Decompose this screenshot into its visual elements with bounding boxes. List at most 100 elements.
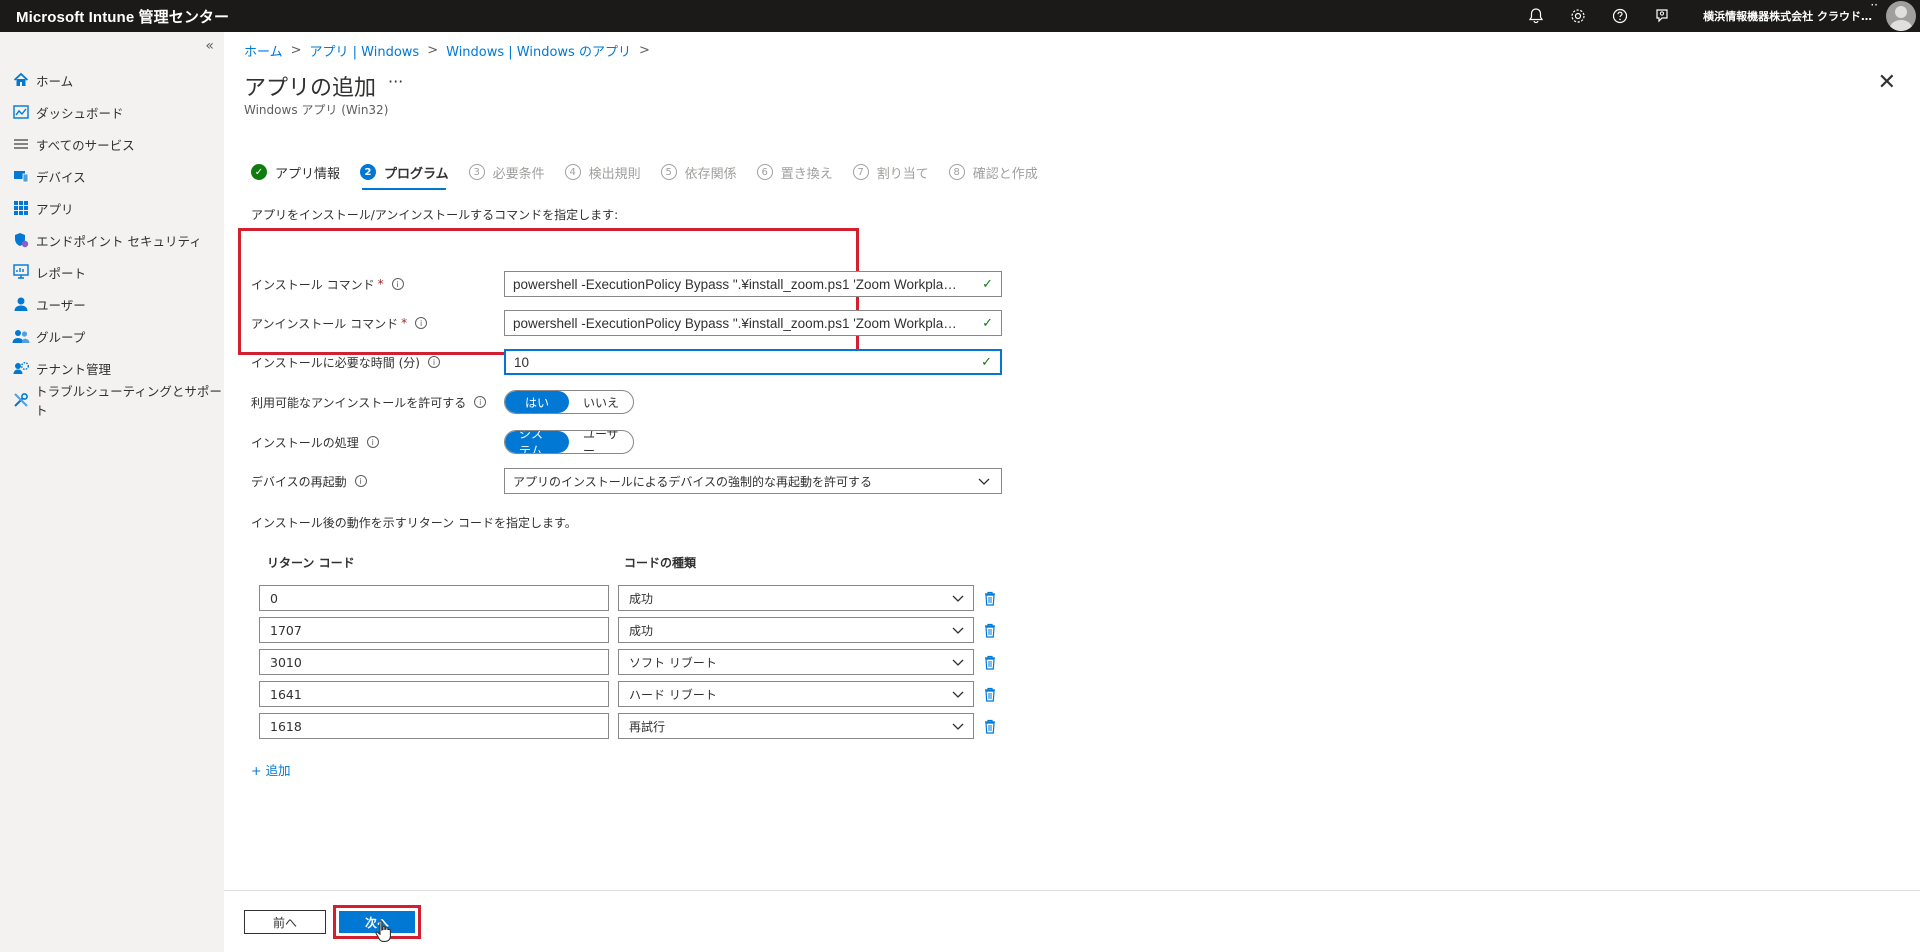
uninstall-command-row: アンインストール コマンド * i powershell -ExecutionP… [251,309,1002,337]
code-type-select[interactable]: 成功 [618,617,974,643]
breadcrumb: ホーム > アプリ | Windows > Windows | Windows … [244,41,658,60]
info-icon[interactable]: i [366,436,379,448]
field-label: インストールの処理 [251,435,359,450]
toggle-option-user[interactable]: ユーザー [569,431,633,453]
info-icon[interactable]: i [391,278,404,290]
return-codes-description: インストール後の動作を示すリターン コードを指定します。 [251,516,577,530]
chevron-down-icon [951,719,965,736]
sidebar-item-groups[interactable]: グループ [0,320,224,352]
tab-requirements[interactable]: 3 必要条件 [468,163,545,182]
tab-review-create[interactable]: 8 確認と作成 [948,163,1038,182]
return-code-input[interactable]: 1618 [259,713,609,739]
step-label: プログラム [384,166,449,182]
sidebar-item-label: ダッシュボード [36,105,124,121]
device-restart-row: デバイスの再起動 i アプリのインストールによるデバイスの強制的な再起動を許可す… [251,467,1002,495]
sidebar-item-label: すべてのサービス [36,137,135,153]
top-bar: Microsoft Intune 管理センター 横浜情報機器株式会社 クラウド…… [0,0,1920,32]
app-brand[interactable]: Microsoft Intune 管理センター [0,6,229,27]
toggle-option-system[interactable]: システム [505,431,569,453]
select-value: 成功 [629,591,654,606]
sidebar-nav: ホーム ダッシュボード すべてのサービス デバイス アプリ エンドポイント セキ… [0,64,224,418]
tab-detection-rules[interactable]: 4 検出規則 [564,163,641,182]
install-command-input[interactable]: powershell -ExecutionPolicy Bypass ".¥in… [504,271,1002,297]
sidebar-item-apps[interactable]: アプリ [0,192,224,224]
code-type-select[interactable]: ソフト リブート [618,649,974,675]
tab-app-info[interactable]: ✓ アプリ情報 [251,163,340,182]
allow-uninstall-toggle[interactable]: はい いいえ [504,390,634,414]
gear-icon[interactable] [1568,6,1588,26]
step-number: 6 [756,164,773,180]
toggle-option-yes[interactable]: はい [505,391,569,413]
info-icon[interactable]: i [415,317,428,329]
tab-assignments[interactable]: 7 割り当て [852,163,929,182]
chevron-down-icon [951,655,965,672]
avatar[interactable] [1886,1,1916,31]
footer-divider [224,890,1920,891]
breadcrumb-windows-apps[interactable]: Windows | Windows のアプリ [446,41,631,60]
sidebar-item-troubleshooting[interactable]: トラブルシューティングとサポート [0,384,224,418]
install-time-input[interactable]: 10 ✓ [504,349,1002,375]
install-command-row: インストール コマンド * i powershell -ExecutionPol… [251,270,1002,298]
table-row: 1707 成功 [259,617,998,643]
sidebar-item-endpoint-security[interactable]: エンドポイント セキュリティ [0,224,224,256]
sidebar-item-label: アプリ [36,201,74,217]
delete-icon[interactable] [982,589,998,607]
sidebar-item-dashboard[interactable]: ダッシュボード [0,96,224,128]
breadcrumb-home[interactable]: ホーム [244,41,283,60]
apps-icon [12,199,30,217]
sidebar-item-home[interactable]: ホーム [0,64,224,96]
user-icon [12,295,30,313]
section-description: アプリをインストール/アンインストールするコマンドを指定します: [251,208,619,222]
return-code-input[interactable]: 3010 [259,649,609,675]
breadcrumb-apps-windows[interactable]: アプリ | Windows [310,41,420,60]
sidebar-item-devices[interactable]: デバイス [0,160,224,192]
delete-icon[interactable] [982,621,998,639]
valid-check-icon: ✓ [981,354,992,370]
step-label: アプリ情報 [275,166,341,182]
code-type-select[interactable]: 成功 [618,585,974,611]
field-label: インストールに必要な時間 (分) [251,355,420,370]
sidebar-item-users[interactable]: ユーザー [0,288,224,320]
step-number: 3 [468,164,485,180]
sidebar-item-all-services[interactable]: すべてのサービス [0,128,224,160]
collapse-sidebar-icon[interactable]: « [205,38,214,54]
tab-program[interactable]: 2 プログラム [360,163,449,182]
tab-supersedence[interactable]: 6 置き換え [756,163,833,182]
close-icon[interactable]: ✕ [1878,72,1896,94]
sidebar-item-tenant-admin[interactable]: テナント管理 [0,352,224,384]
page-title: アプリの追加 [244,76,377,101]
bell-icon[interactable] [1526,6,1546,26]
delete-icon[interactable] [982,685,998,703]
toggle-option-no[interactable]: いいえ [569,391,633,413]
install-time-row: インストールに必要な時間 (分) i 10 ✓ [251,348,1002,376]
code-type-select[interactable]: ハード リブート [618,681,974,707]
install-behavior-toggle[interactable]: システム ユーザー [504,430,634,454]
uninstall-command-input[interactable]: powershell -ExecutionPolicy Bypass ".¥in… [504,310,1002,336]
help-icon[interactable] [1610,6,1630,26]
step-label: 検出規則 [588,166,641,182]
input-value: 10 [514,354,530,370]
valid-check-icon: ✓ [982,315,993,331]
delete-icon[interactable] [982,717,998,735]
table-row: 1618 再試行 [259,713,998,739]
install-behavior-label: インストールの処理 i [251,434,504,451]
add-return-code-link[interactable]: + 追加 [251,760,290,779]
step-number: 8 [948,164,965,180]
code-type-select[interactable]: 再試行 [618,713,974,739]
tenant-name[interactable]: 横浜情報機器株式会社 クラウド… [1703,8,1872,24]
info-icon[interactable]: i [354,475,367,487]
device-restart-select[interactable]: アプリのインストールによるデバイスの強制的な再起動を許可する [504,468,1002,494]
info-icon[interactable]: i [427,356,440,368]
return-code-input[interactable]: 0 [259,585,609,611]
previous-button[interactable]: 前へ [244,910,326,934]
info-icon[interactable]: i [474,396,487,408]
sidebar-item-reports[interactable]: レポート [0,256,224,288]
delete-icon[interactable] [982,653,998,671]
more-options-icon[interactable]: ··· [388,72,403,91]
select-value: ソフト リブート [629,655,717,670]
tab-dependencies[interactable]: 5 依存関係 [660,163,737,182]
return-code-input[interactable]: 1641 [259,681,609,707]
return-code-input[interactable]: 1707 [259,617,609,643]
chevron-down-icon [977,474,991,491]
feedback-icon[interactable] [1652,6,1672,26]
